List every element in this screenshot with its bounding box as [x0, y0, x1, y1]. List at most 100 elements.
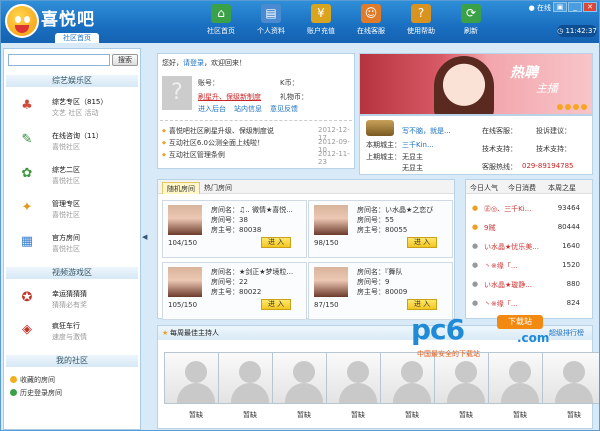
room-occupancy: 87/150	[314, 301, 339, 309]
rank-badge-icon: ●	[472, 204, 479, 212]
host-avatar-icon	[401, 361, 423, 383]
consult-icon: ✎	[21, 132, 33, 147]
nav-item-home[interactable]: ⌂ 社区首页	[196, 4, 246, 40]
close-button[interactable]: ✕	[583, 2, 597, 12]
section-my-community[interactable]: 我的社区	[6, 355, 138, 367]
my-link[interactable]: 历史登录房间	[10, 388, 62, 398]
enter-room-button[interactable]: 进 入	[407, 237, 437, 248]
category-name: 综艺专区（815）	[52, 98, 108, 106]
login-panel: 您好，请登录，欢迎回来！ ? 账号： K币： 礼物币： 刷星升、保级新制度 进入…	[157, 53, 355, 169]
host-label: 暂缺	[567, 411, 581, 419]
room-name-label: 房间名：	[211, 206, 239, 214]
rank-name: 丶※缘「...	[484, 300, 518, 308]
banner-pager[interactable]	[557, 104, 587, 110]
tab-weekly-star[interactable]: 本周之星	[548, 182, 576, 194]
ranking-row[interactable]: ● 丶※缘「... 1520	[472, 261, 588, 273]
ranking-row[interactable]: ● 丶※缘「... 824	[472, 299, 588, 311]
main-nav: ⌂ 社区首页 ▤ 个人资料 ¥ 账户充值 ☺ 在线客服? 使用帮助 ⟳ 刷新	[196, 4, 496, 40]
host-body	[447, 383, 485, 403]
room-thumbnail[interactable]	[168, 267, 202, 297]
ranking-row[interactable]: ● い水晶★忧乐美... 1640	[472, 242, 588, 254]
nav-label: 社区首页	[207, 27, 235, 35]
room-owner-value: 80009	[385, 288, 408, 296]
rank-badge-icon: ●	[472, 223, 479, 231]
tab-random-rooms[interactable]: 随机房间	[162, 182, 200, 194]
category-item[interactable]: ✿ 综艺二区 喜悦社区	[8, 161, 138, 191]
refresh-icon: ⟳	[461, 4, 481, 23]
watermark: pc6 下载站 .com 中国最安全的下载站	[411, 313, 599, 361]
room-card: 房间名：『舞队 房间号：9 房主号：80009 87/150 进 入	[308, 262, 453, 320]
host-body	[177, 383, 215, 403]
rank-name: 丶※缘「...	[484, 262, 518, 270]
ranking-row[interactable]: ● ㊣◎、三千Ki... 93464	[472, 204, 588, 216]
section-games[interactable]: 视频游戏区	[6, 267, 138, 279]
category-item[interactable]: ✎ 在线咨询（11） 喜悦社区	[8, 127, 138, 157]
nav-item-support[interactable]: ☺ 在线客服	[346, 4, 396, 40]
category-name: 在线咨询（11）	[52, 132, 103, 140]
enter-room-button[interactable]: 进 入	[261, 237, 291, 248]
keeper-vip[interactable]: 三千Kin...	[402, 140, 434, 150]
search-input[interactable]	[8, 54, 110, 66]
news-item[interactable]: 互动社区6.0公测全面上线啦！2012-09-10	[162, 138, 352, 154]
nav-label: 个人资料	[257, 27, 285, 35]
banner-subtitle: 主播	[536, 82, 558, 95]
category-item[interactable]: ♣ 综艺专区（815） 文艺 社区 活动	[8, 93, 138, 123]
room-owner-label: 房主号：	[211, 226, 239, 234]
promo-link[interactable]: 刷星升、保级新制度	[198, 92, 261, 102]
room-tabs: 随机房间 热门房间	[158, 180, 454, 194]
my-link[interactable]: 收藏的房间	[10, 375, 55, 385]
minimize-button[interactable]: _	[568, 2, 582, 12]
room-occupancy: 104/150	[168, 239, 198, 247]
room-thumbnail[interactable]	[168, 205, 202, 235]
room-name-value: 『舞队	[385, 268, 403, 276]
room-owner-value: 80038	[239, 226, 262, 234]
recharge-icon: ¥	[311, 4, 331, 23]
nav-item-profile[interactable]: ▤ 个人资料	[246, 4, 296, 40]
game-item[interactable]: ◈ 疯狂车行 速度与激情	[8, 317, 138, 347]
category-item[interactable]: ▦ 官方房间 喜悦社区	[8, 229, 138, 259]
category-item[interactable]: ✦ 管理专区 喜悦社区	[8, 195, 138, 225]
skin-button[interactable]: ▣	[553, 2, 567, 12]
nav-item-help[interactable]: ? 使用帮助	[396, 4, 446, 40]
enter-room-button[interactable]: 进 入	[261, 299, 291, 310]
ranking-row[interactable]: ● い水晶★璇静... 880	[472, 280, 588, 292]
game-item[interactable]: ✪ 幸运猜猜猜 猜猜必有奖	[8, 285, 138, 315]
collapse-sidebar-icon[interactable]: ◀	[142, 231, 147, 243]
messages-link[interactable]: 站内信息	[234, 104, 262, 114]
room-thumbnail[interactable]	[314, 267, 348, 297]
tab-popularity[interactable]: 今日人气	[470, 182, 498, 194]
room-name: 房间名：♫.. 微情★喜悦...	[211, 205, 293, 215]
news-item[interactable]: 喜悦吧社区刷星升级、保级制度说2012-12-17	[162, 126, 352, 142]
header-bar: 喜悦吧 社区首页 ⌂ 社区首页 ▤ 个人资料 ¥ 账户充值 ☺ 在线客服? 使用帮助 ⟳ 刷新 ● …	[1, 1, 599, 43]
admin-link[interactable]: 进入后台	[198, 104, 226, 114]
rank-badge-icon: ●	[472, 242, 479, 250]
section-entertainment[interactable]: 综艺娱乐区	[6, 75, 138, 87]
nav-item-refresh[interactable]: ⟳ 刷新	[446, 4, 496, 40]
host-body	[339, 383, 377, 403]
keeper-name[interactable]: 写不脑，就是...	[402, 126, 451, 136]
room-thumbnail[interactable]	[314, 205, 348, 235]
banner[interactable]: 热聘 主播	[359, 53, 593, 115]
category-subtitle: 喜悦社区	[52, 245, 80, 253]
search-button[interactable]: 搜索	[112, 54, 138, 66]
room-owner-label: 房主号：	[357, 288, 385, 296]
login-link[interactable]: 请登录	[183, 59, 204, 67]
prev-keeper-name-2: 无显主	[402, 164, 423, 172]
room-num: 房间号：55	[357, 215, 394, 225]
tab-hot-rooms[interactable]: 热门房间	[200, 182, 236, 194]
ranking-row[interactable]: ● 9贼 80444	[472, 223, 588, 235]
my-link-label: 收藏的房间	[20, 376, 55, 384]
home-tab[interactable]: 社区首页	[55, 33, 99, 43]
host-avatar-icon	[239, 361, 261, 383]
tab-spending[interactable]: 今日消费	[508, 182, 536, 194]
news-item[interactable]: 互动社区管理条例 2012-11-23	[162, 150, 352, 166]
nav-item-recharge[interactable]: ¥ 账户充值	[296, 4, 346, 40]
room-name-label: 房间名：	[357, 268, 385, 276]
room-num: 房间号：22	[211, 277, 248, 287]
enter-room-button[interactable]: 进 入	[407, 299, 437, 310]
host-body	[555, 383, 593, 403]
feedback-link[interactable]: 意见反馈	[270, 104, 298, 114]
game-subtitle: 速度与激情	[52, 333, 87, 341]
rank-value: 80444	[557, 223, 580, 231]
host-body	[285, 383, 323, 403]
